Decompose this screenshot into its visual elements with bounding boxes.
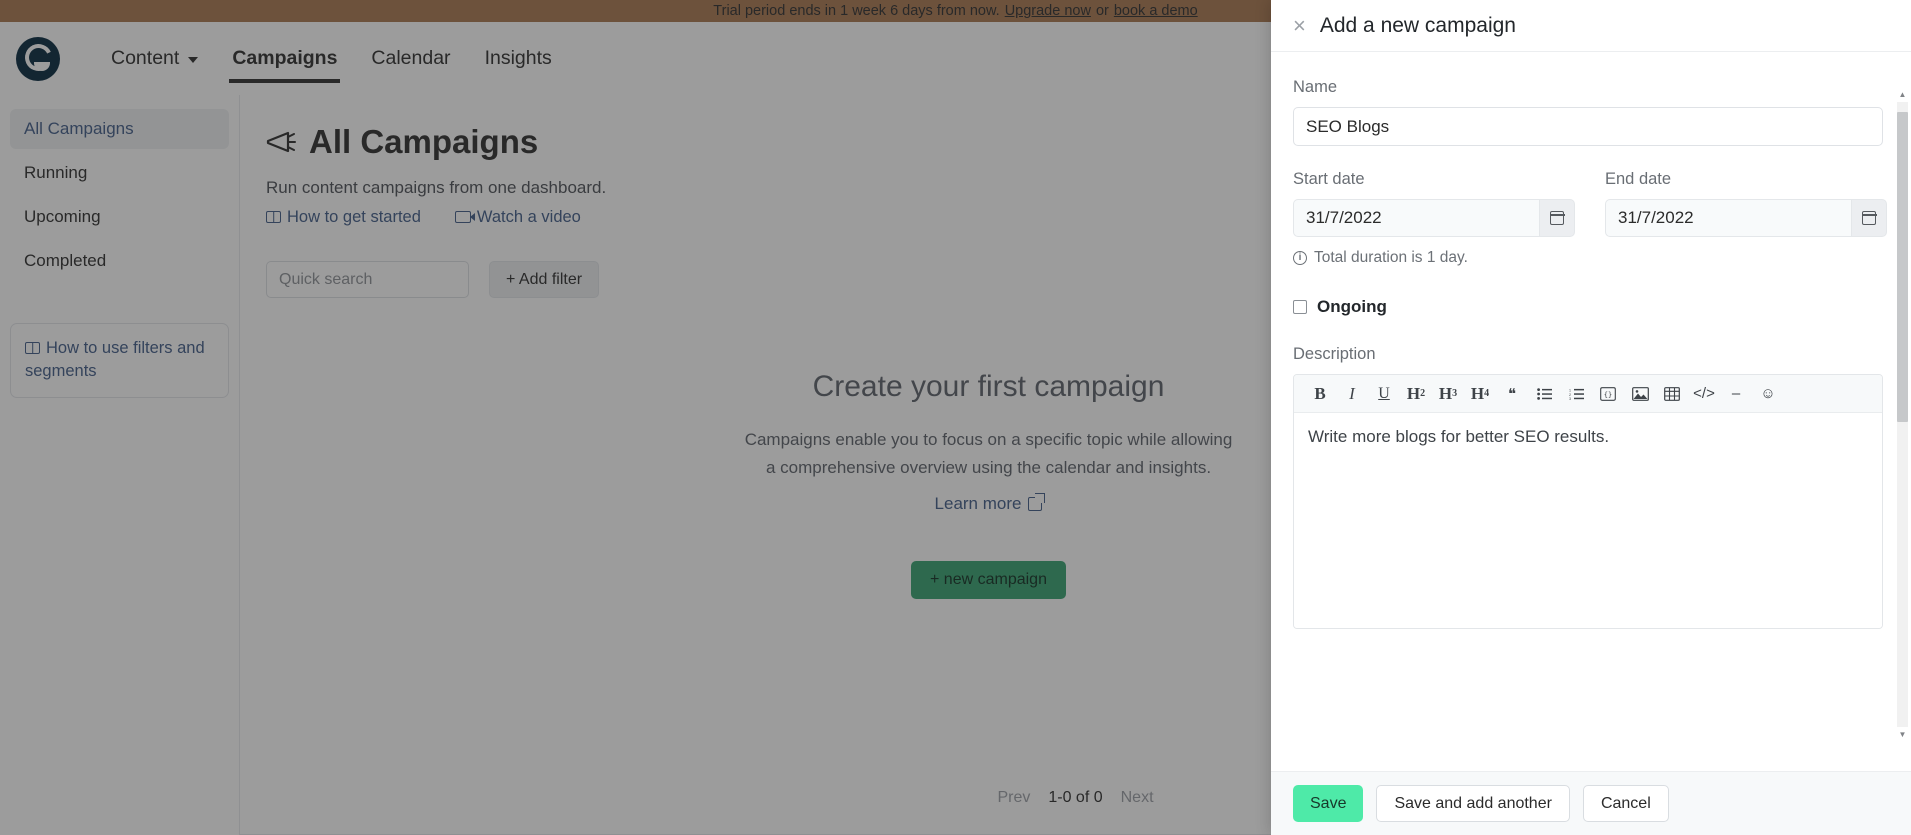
save-button[interactable]: Save [1293,785,1364,822]
start-date-input[interactable] [1293,199,1539,237]
end-date-picker-button[interactable] [1851,199,1887,237]
calendar-icon [1861,211,1877,225]
start-date-wrap [1293,199,1575,237]
html-code-icon[interactable]: </> [1690,380,1718,408]
svg-text:1: 1 [1569,388,1571,392]
drawer-title: Add a new campaign [1319,13,1516,37]
emoji-icon[interactable]: ☺ [1754,380,1782,408]
ongoing-row: Ongoing [1293,297,1883,317]
description-editor: B I U H2 H3 H4 ❝ 123 {} </> – ☺ Write mo… [1293,374,1883,629]
name-label: Name [1293,78,1338,96]
description-textarea[interactable]: Write more blogs for better SEO results. [1294,413,1882,628]
blockquote-icon[interactable]: ❝ [1498,380,1526,408]
image-icon[interactable] [1626,380,1654,408]
drawer-header: × Add a new campaign [1271,0,1911,52]
code-block-icon[interactable]: {} [1594,380,1622,408]
scroll-down-icon[interactable]: ▼ [1897,729,1908,740]
duration-note: i Total duration is 1 day. [1293,249,1883,267]
dates-row: Start date End date [1293,170,1887,237]
calendar-icon [1549,211,1565,225]
h4-letter: H [1470,383,1485,403]
save-and-add-another-button[interactable]: Save and add another [1376,785,1570,822]
ongoing-label[interactable]: Ongoing [1317,297,1387,317]
info-icon: i [1293,251,1307,265]
heading-4-icon[interactable]: H4 [1466,380,1494,408]
h3-letter: H [1438,383,1453,403]
bullet-list-icon[interactable] [1530,380,1558,408]
bold-icon[interactable]: B [1306,380,1334,408]
cancel-button[interactable]: Cancel [1582,785,1669,822]
table-icon[interactable] [1658,380,1686,408]
underline-icon[interactable]: U [1370,380,1398,408]
h2-letter: H [1406,383,1421,403]
drawer-scrollbar[interactable]: ▲ ▼ [1897,90,1908,739]
add-campaign-drawer: × Add a new campaign Name Start date End… [1271,0,1911,835]
description-label: Description [1293,345,1376,363]
name-input[interactable] [1293,107,1883,146]
end-date-group: End date [1605,170,1887,237]
ongoing-checkbox[interactable] [1293,300,1307,314]
scrollbar-thumb[interactable] [1897,112,1908,422]
end-date-label: End date [1605,170,1672,188]
drawer-body: Name Start date End date [1271,52,1911,771]
drawer-footer: Save Save and add another Cancel [1271,771,1911,835]
start-date-group: Start date [1293,170,1575,237]
heading-2-icon[interactable]: H2 [1402,380,1430,408]
duration-note-text: Total duration is 1 day. [1314,249,1468,266]
heading-3-icon[interactable]: H3 [1434,380,1462,408]
italic-icon[interactable]: I [1338,380,1366,408]
horizontal-rule-icon[interactable]: – [1722,380,1750,408]
scroll-up-icon[interactable]: ▲ [1897,89,1908,100]
h2-sub: 2 [1420,388,1426,399]
editor-toolbar: B I U H2 H3 H4 ❝ 123 {} </> – ☺ [1294,375,1882,413]
name-field-group: Name [1293,78,1883,146]
svg-text:3: 3 [1569,397,1571,400]
end-date-wrap [1605,199,1887,237]
h4-sub: 4 [1484,388,1490,399]
h3-sub: 3 [1452,388,1458,399]
close-icon[interactable]: × [1293,14,1306,37]
end-date-input[interactable] [1605,199,1851,237]
numbered-list-icon[interactable]: 123 [1562,380,1590,408]
start-date-picker-button[interactable] [1539,199,1575,237]
svg-text:{}: {} [1604,391,1612,399]
start-date-label: Start date [1293,170,1365,188]
